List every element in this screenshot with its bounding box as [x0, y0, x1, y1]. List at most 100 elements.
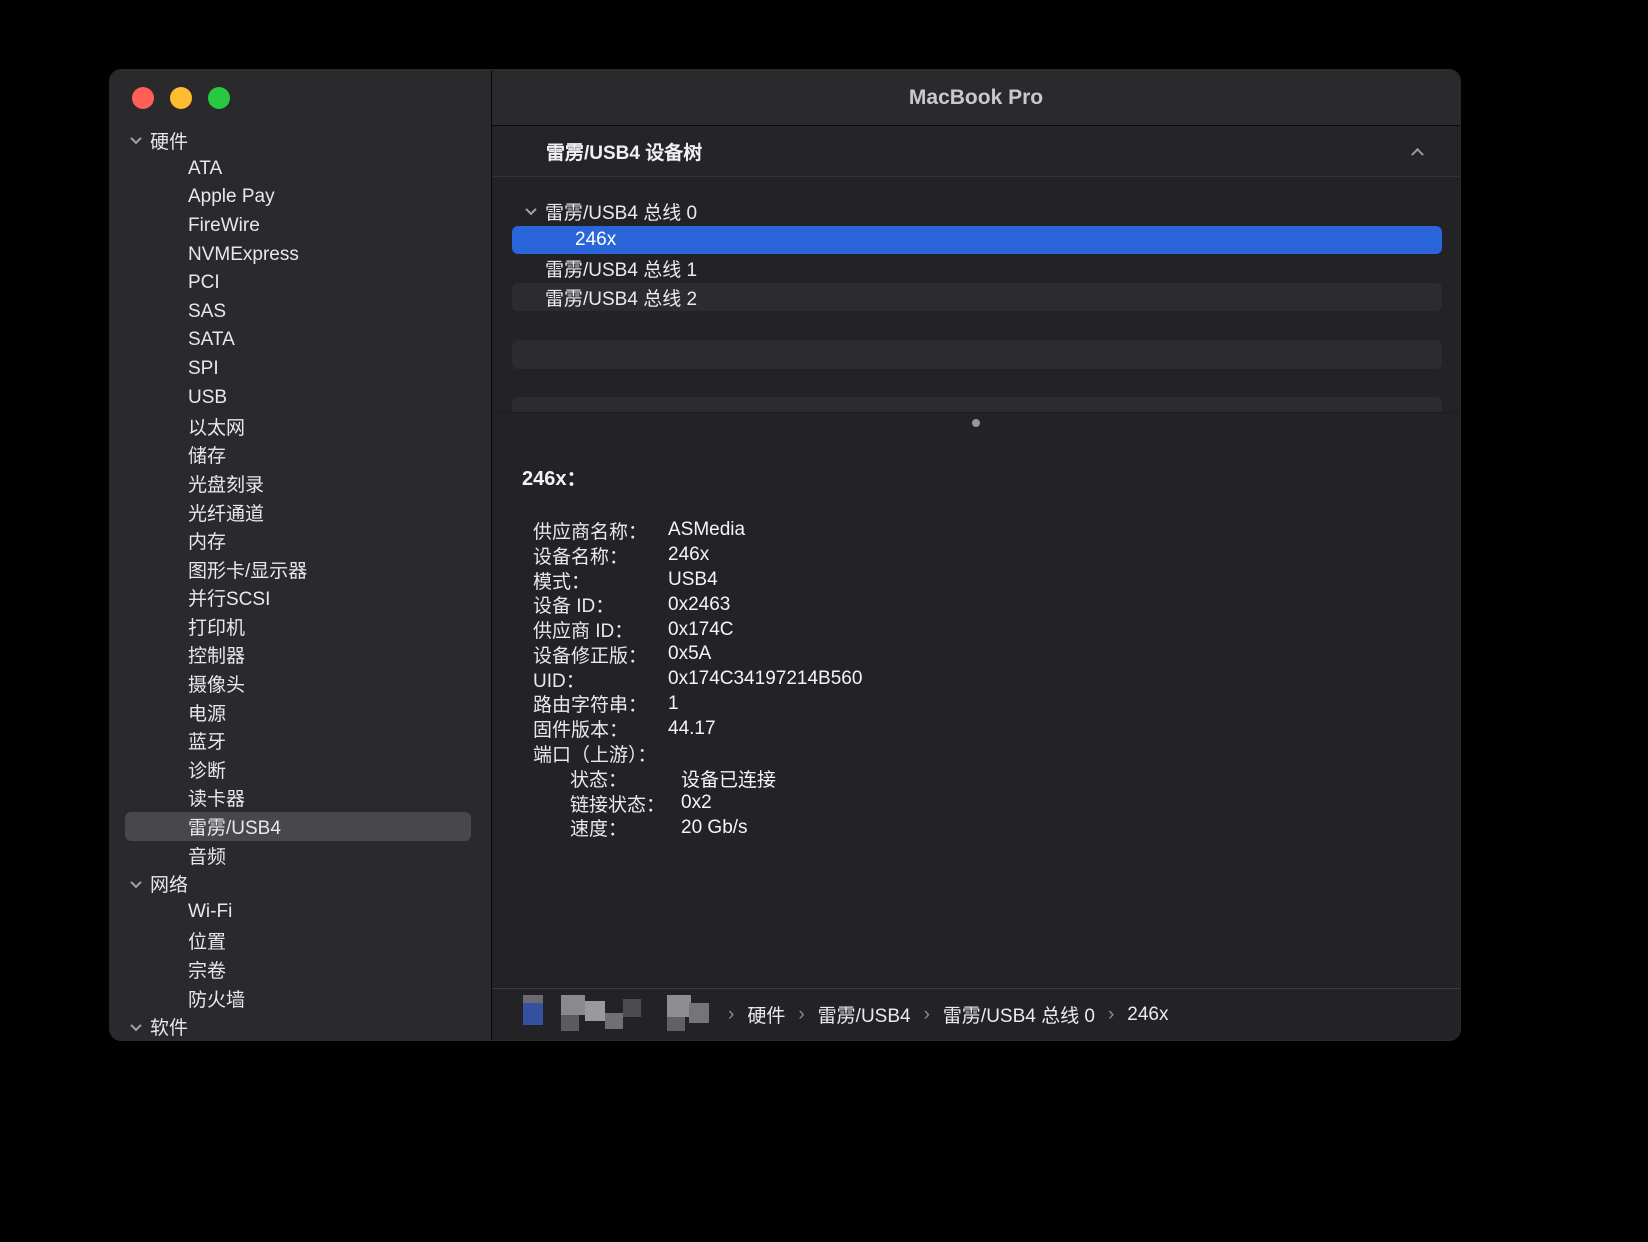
sidebar-item-sata[interactable]: SATA: [125, 326, 471, 355]
close-button[interactable]: [132, 87, 154, 109]
breadcrumb-bar: › 硬件 › 雷雳/USB4 › 雷雳/USB4 总线 0 › 246x: [492, 988, 1460, 1040]
sidebar-item-ata[interactable]: ATA: [125, 155, 471, 184]
detail-value: 设备已连接: [681, 765, 776, 792]
detail-label: 设备名称：: [533, 542, 668, 569]
sidebar-item-wifi[interactable]: Wi-Fi: [125, 898, 471, 927]
sidebar-item-printers[interactable]: 打印机: [125, 612, 471, 641]
sidebar-item-label: PCI: [188, 272, 220, 294]
sidebar-item-apple-pay[interactable]: Apple Pay: [125, 183, 471, 212]
detail-row-mode: 模式：USB4: [533, 568, 1440, 593]
chevron-down-icon[interactable]: [525, 204, 536, 215]
sidebar-item-power[interactable]: 电源: [125, 698, 471, 727]
title-bar[interactable]: MacBook Pro: [492, 70, 1460, 126]
sidebar-item-nvmexpress[interactable]: NVMExpress: [125, 240, 471, 269]
tree-row-bus1[interactable]: 雷雳/USB4 总线 1: [512, 254, 1442, 283]
tree-row-246x[interactable]: 246x: [512, 226, 1442, 255]
sidebar-nav: 硬件 ATA Apple Pay FireWire NVMExpress PCI…: [110, 126, 491, 1040]
sidebar-item-label: 宗卷: [188, 956, 226, 983]
sidebar-item-ethernet[interactable]: 以太网: [125, 412, 471, 441]
sidebar-item-fibre-channel[interactable]: 光纤通道: [125, 498, 471, 527]
tree-row-label: 雷雳/USB4 总线 1: [545, 255, 697, 282]
sidebar-item-audio[interactable]: 音频: [125, 841, 471, 870]
tree-row-bus0[interactable]: 雷雳/USB4 总线 0: [512, 197, 1442, 226]
splitter-handle-icon[interactable]: [972, 419, 980, 427]
sidebar-item-label: 光盘刻录: [188, 470, 264, 497]
detail-value: 0x5A: [668, 643, 711, 665]
detail-label: 设备修正版：: [533, 641, 668, 668]
sidebar-group-hardware[interactable]: 硬件: [110, 126, 491, 155]
detail-value: 20 Gb/s: [681, 817, 748, 839]
sidebar-item-label: SPI: [188, 358, 219, 380]
detail-row-device-id: 设备 ID：0x2463: [533, 592, 1440, 617]
sidebar-item-usb[interactable]: USB: [125, 383, 471, 412]
tree-row-bus2[interactable]: 雷雳/USB4 总线 2: [512, 283, 1442, 312]
sidebar-item-thunderbolt-usb4[interactable]: 雷雳/USB4: [125, 812, 471, 841]
sidebar-item-label: SAS: [188, 301, 226, 323]
main-panel: MacBook Pro 雷雳/USB4 设备树 雷雳/USB4 总线 0 246…: [492, 70, 1460, 1040]
detail-row-port-upstream: 端口（上游）：: [533, 741, 1440, 766]
detail-value: ASMedia: [668, 519, 745, 541]
sidebar-group-label: 网络: [150, 870, 188, 897]
sidebar-item-bluetooth[interactable]: 蓝牙: [125, 726, 471, 755]
sidebar-item-controller[interactable]: 控制器: [125, 641, 471, 670]
sidebar-item-label: 储存: [188, 441, 226, 468]
sidebar-item-label: 图形卡/显示器: [188, 556, 307, 583]
detail-value: 0x2463: [668, 594, 730, 616]
pane-splitter[interactable]: [492, 412, 1460, 432]
device-tree-header: 雷雳/USB4 设备树: [492, 126, 1460, 177]
sidebar-item-label: 防火墙: [188, 985, 245, 1012]
sidebar-item-volumes[interactable]: 宗卷: [125, 955, 471, 984]
breadcrumb-item-246x[interactable]: 246x: [1127, 1004, 1168, 1026]
sidebar-item-label: 雷雳/USB4: [188, 813, 281, 840]
window-title: MacBook Pro: [909, 86, 1043, 110]
chevron-up-icon[interactable]: [1411, 147, 1424, 160]
sidebar-item-label: FireWire: [188, 215, 260, 237]
breadcrumb-separator: ›: [1105, 1004, 1117, 1026]
sidebar-item-pci[interactable]: PCI: [125, 269, 471, 298]
detail-label: 链接状态：: [570, 790, 681, 817]
sidebar-item-label: NVMExpress: [188, 244, 299, 266]
detail-value: 0x2: [681, 792, 712, 814]
breadcrumb-separator: ›: [795, 1004, 807, 1026]
sidebar: 硬件 ATA Apple Pay FireWire NVMExpress PCI…: [110, 70, 492, 1040]
tree-row-empty: [512, 397, 1442, 412]
tree-row-empty: [512, 311, 1442, 340]
breadcrumb-item-bus0[interactable]: 雷雳/USB4 总线 0: [943, 1001, 1095, 1028]
device-tree-title: 雷雳/USB4 设备树: [546, 138, 702, 165]
redacted-pixelation: [523, 995, 715, 1035]
device-tree-list: 雷雳/USB4 总线 0 246x 雷雳/USB4 总线 1 雷雳/USB4 总…: [492, 177, 1460, 412]
sidebar-group-label: 硬件: [150, 127, 188, 154]
chevron-down-icon: [130, 1020, 141, 1031]
sidebar-item-firewire[interactable]: FireWire: [125, 212, 471, 241]
sidebar-item-disc-burning[interactable]: 光盘刻录: [125, 469, 471, 498]
breadcrumb-item-thunderbolt-usb4[interactable]: 雷雳/USB4: [818, 1001, 911, 1028]
sidebar-item-spi[interactable]: SPI: [125, 355, 471, 384]
breadcrumb-item-hardware[interactable]: 硬件: [747, 1001, 785, 1028]
detail-row-status: 状态：设备已连接: [570, 766, 1440, 791]
sidebar-item-card-reader[interactable]: 读卡器: [125, 784, 471, 813]
sidebar-item-graphics-displays[interactable]: 图形卡/显示器: [125, 555, 471, 584]
window-controls: [132, 87, 230, 109]
sidebar-item-memory[interactable]: 内存: [125, 526, 471, 555]
sidebar-item-label: 读卡器: [188, 784, 245, 811]
sidebar-item-label: Wi-Fi: [188, 901, 232, 923]
details-title: 246x：: [522, 462, 1440, 491]
sidebar-item-firewall[interactable]: 防火墙: [125, 984, 471, 1013]
sidebar-item-diagnostics[interactable]: 诊断: [125, 755, 471, 784]
detail-label: 状态：: [570, 765, 681, 792]
sidebar-group-network[interactable]: 网络: [110, 869, 491, 898]
detail-row-vendor-name: 供应商名称：ASMedia: [533, 518, 1440, 543]
sidebar-item-camera[interactable]: 摄像头: [125, 669, 471, 698]
minimize-button[interactable]: [170, 87, 192, 109]
detail-value: 44.17: [668, 718, 716, 740]
breadcrumb-separator: ›: [921, 1004, 933, 1026]
sidebar-item-parallel-scsi[interactable]: 并行SCSI: [125, 584, 471, 613]
sidebar-item-sas[interactable]: SAS: [125, 298, 471, 327]
zoom-button[interactable]: [208, 87, 230, 109]
sidebar-item-locations[interactable]: 位置: [125, 927, 471, 956]
sidebar-item-storage[interactable]: 储存: [125, 441, 471, 470]
detail-row-speed: 速度：20 Gb/s: [570, 816, 1440, 841]
tree-row-empty: [512, 340, 1442, 369]
sidebar-group-software[interactable]: 软件: [110, 1012, 491, 1040]
sidebar-item-label: USB: [188, 387, 227, 409]
